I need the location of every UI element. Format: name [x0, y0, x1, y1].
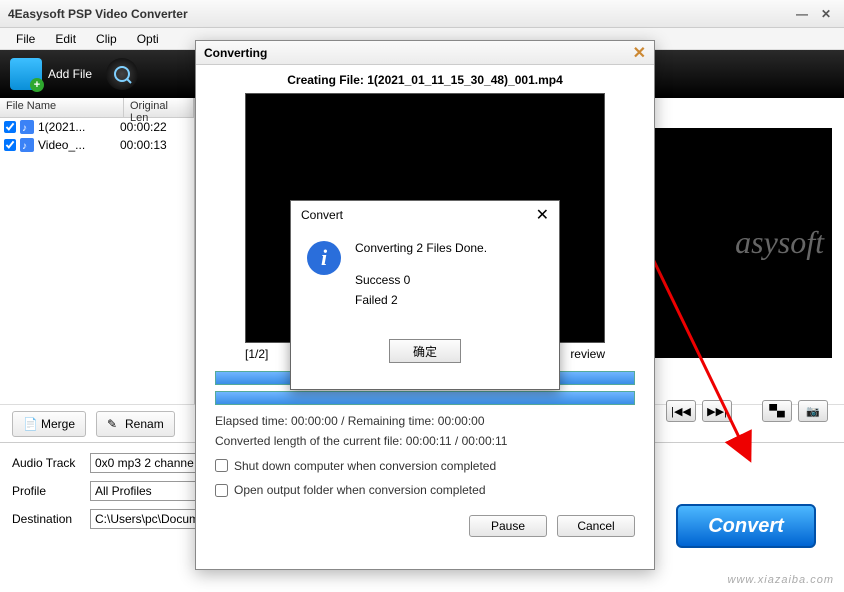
result-msgbox: Convert ✕ i Converting 2 Files Done. Suc… — [290, 200, 560, 390]
minimize-button[interactable]: — — [792, 6, 812, 22]
msgbox-body: i Converting 2 Files Done. Success 0 Fai… — [291, 229, 559, 325]
col-filename[interactable]: File Name — [0, 98, 124, 117]
titlebar: 4Easysoft PSP Video Converter — ✕ — [0, 0, 844, 28]
col-length[interactable]: Original Len — [124, 98, 194, 117]
cancel-button[interactable]: Cancel — [557, 515, 635, 537]
file-name: 1(2021... — [38, 120, 108, 134]
file-list-header: File Name Original Len — [0, 98, 194, 118]
converting-title: Converting — [204, 46, 267, 60]
prev-button[interactable]: |◀◀ — [666, 400, 696, 422]
elapsed-time: Elapsed time: 00:00:00 / Remaining time:… — [215, 411, 635, 431]
converting-titlebar: Converting ✕ — [196, 41, 654, 65]
msgbox-title: Convert — [301, 208, 536, 222]
msgbox-ok-button[interactable]: 确定 — [389, 339, 461, 363]
open-folder-checkbox-row[interactable]: Open output folder when conversion compl… — [215, 480, 635, 500]
msgbox-line2: Success 0 — [355, 273, 487, 287]
next-button[interactable]: ▶▶| — [702, 400, 732, 422]
menu-file[interactable]: File — [6, 30, 45, 48]
menu-options[interactable]: Opti — [127, 30, 169, 48]
add-file-button[interactable]: Add File — [10, 58, 92, 90]
snapshot-button[interactable]: ▀▄ — [762, 400, 792, 422]
preview-video: asysoft — [652, 128, 832, 358]
converting-buttons: Pause Cancel — [215, 515, 635, 537]
shutdown-checkbox[interactable] — [215, 459, 228, 472]
open-folder-label: Open output folder when conversion compl… — [234, 480, 486, 500]
add-file-icon — [10, 58, 42, 90]
audio-track-label: Audio Track — [12, 456, 82, 470]
tab-preview[interactable]: review — [570, 347, 605, 361]
profile-label: Profile — [12, 484, 82, 498]
file-length: 00:00:13 — [112, 138, 167, 152]
msgbox-text: Converting 2 Files Done. Success 0 Faile… — [355, 241, 487, 313]
music-icon — [20, 138, 34, 152]
destination-label: Destination — [12, 512, 82, 526]
file-checkbox[interactable] — [4, 139, 16, 151]
file-name: Video_... — [38, 138, 108, 152]
music-icon — [20, 120, 34, 134]
menu-edit[interactable]: Edit — [45, 30, 86, 48]
brand-logo: asysoft — [652, 128, 832, 261]
converting-close-button[interactable]: ✕ — [633, 43, 646, 63]
window-title: 4Easysoft PSP Video Converter — [8, 7, 188, 21]
shutdown-checkbox-row[interactable]: Shut down computer when conversion compl… — [215, 456, 635, 476]
msgbox-titlebar: Convert ✕ — [291, 201, 559, 229]
msgbox-close-button[interactable]: ✕ — [536, 205, 549, 225]
file-list-panel: File Name Original Len 1(2021... 00:00:2… — [0, 98, 195, 404]
msgbox-line3: Failed 2 — [355, 293, 487, 307]
convert-button[interactable]: Convert — [676, 504, 816, 548]
converted-length: Converted length of the current file: 00… — [215, 431, 635, 451]
close-button[interactable]: ✕ — [816, 6, 836, 22]
rename-label: Renam — [125, 417, 164, 431]
converting-stats: Elapsed time: 00:00:00 / Remaining time:… — [215, 411, 635, 501]
progress-bar-total — [215, 391, 635, 405]
open-folder-checkbox[interactable] — [215, 484, 228, 497]
rename-button[interactable]: ✎ Renam — [96, 411, 175, 437]
effect-icon — [106, 58, 138, 90]
creating-file-label: Creating File: 1(2021_01_11_15_30_48)_00… — [196, 65, 654, 93]
merge-button[interactable]: 📄 Merge — [12, 411, 86, 437]
effect-button[interactable] — [106, 58, 138, 90]
transport-controls: |◀◀ ▶▶| ▀▄ 📷 — [666, 400, 828, 422]
shutdown-label: Shut down computer when conversion compl… — [234, 456, 496, 476]
watermark: www.xiazaiba.com — [728, 574, 834, 586]
msgbox-line1: Converting 2 Files Done. — [355, 241, 487, 255]
merge-label: Merge — [41, 417, 75, 431]
file-length: 00:00:22 — [112, 120, 167, 134]
file-row[interactable]: 1(2021... 00:00:22 — [0, 118, 194, 136]
menu-clip[interactable]: Clip — [86, 30, 127, 48]
info-icon: i — [307, 241, 341, 275]
tab-counter[interactable]: [1/2] — [245, 347, 268, 361]
camera-button[interactable]: 📷 — [798, 400, 828, 422]
file-row[interactable]: Video_... 00:00:13 — [0, 136, 194, 154]
merge-icon: 📄 — [23, 417, 37, 431]
rename-icon: ✎ — [107, 417, 121, 431]
add-file-label: Add File — [48, 67, 92, 81]
pause-button[interactable]: Pause — [469, 515, 547, 537]
file-checkbox[interactable] — [4, 121, 16, 133]
